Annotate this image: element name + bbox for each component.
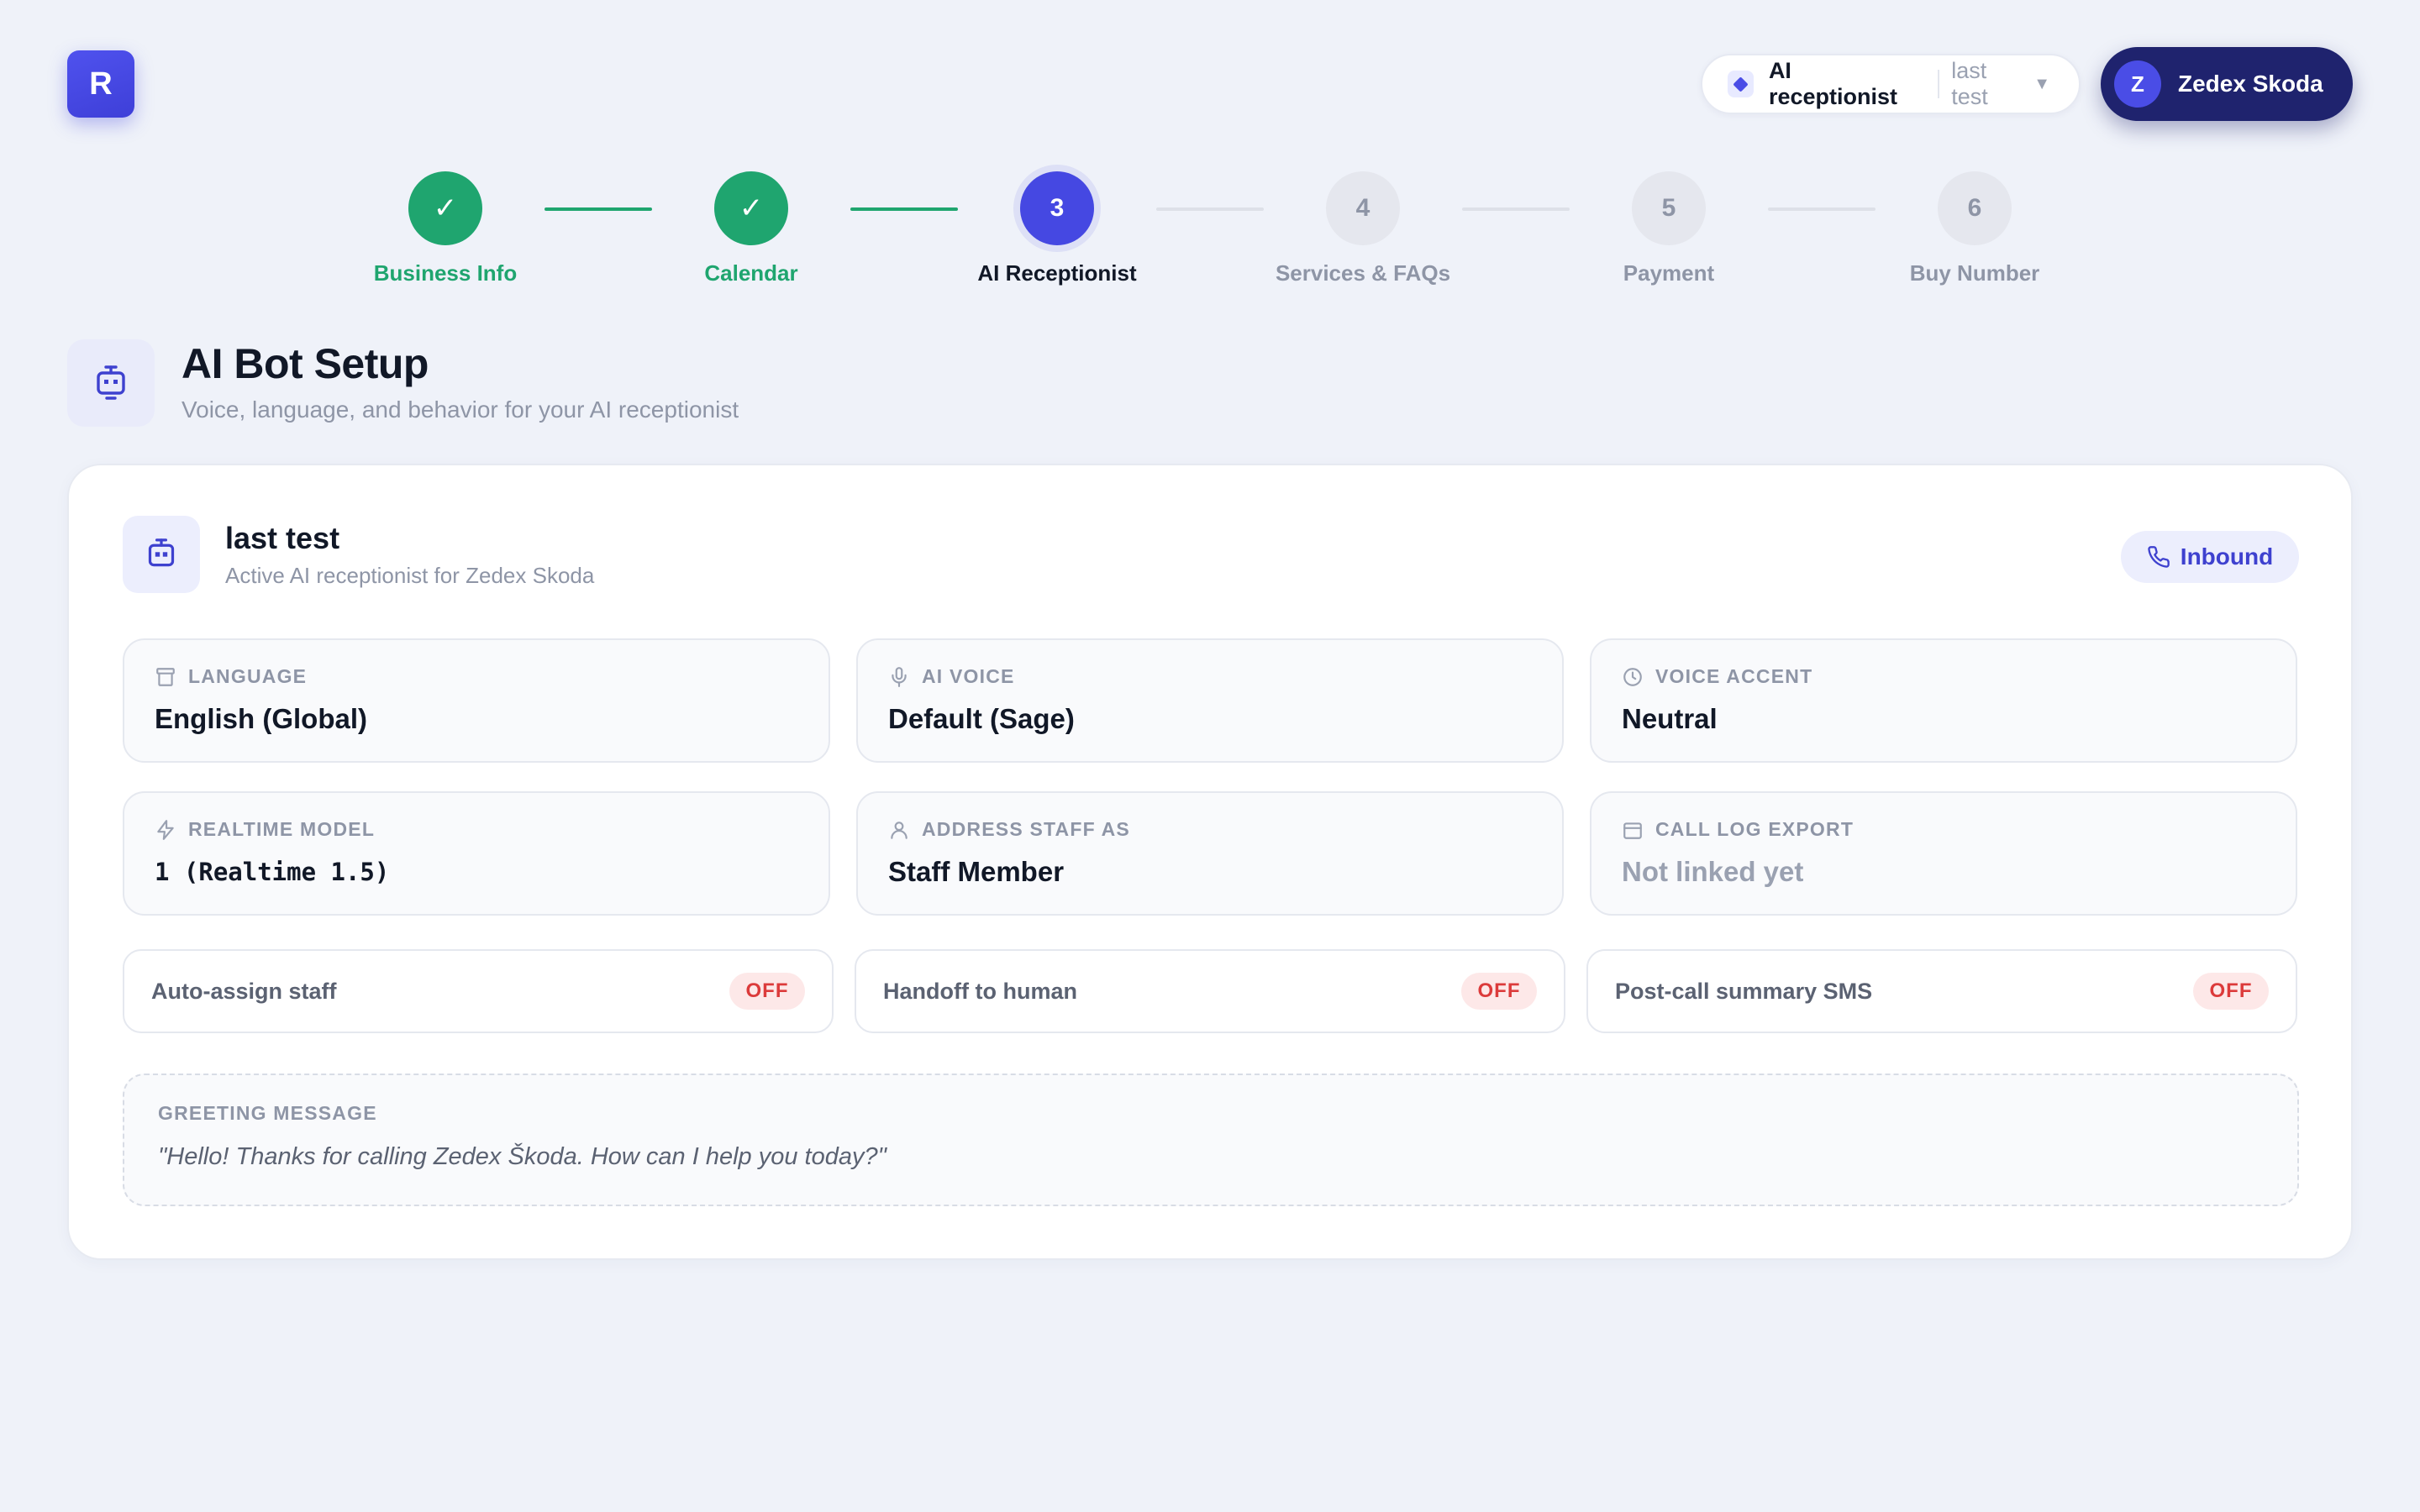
tile-value: Not linked yet	[1622, 856, 1804, 887]
step-services-faqs[interactable]: 4 Services & FAQs	[1237, 171, 1489, 286]
tile-value: Staff Member	[888, 856, 1065, 887]
user-icon	[891, 821, 908, 839]
tile-value: 1 (Realtime 1.5)	[155, 858, 390, 886]
page-title: AI Bot Setup	[182, 340, 429, 387]
step-number: 3	[1020, 171, 1094, 245]
tile-label: REALTIME MODEL	[188, 818, 376, 840]
tile-label: CALL LOG EXPORT	[1655, 818, 1854, 840]
lightning-icon	[157, 819, 174, 840]
call-log-export-tile[interactable]: CALL LOG EXPORT Not linked yet	[1590, 791, 2297, 916]
calendar-icon	[1623, 822, 1642, 839]
step-payment[interactable]: 5 Payment	[1543, 171, 1795, 286]
status-badge[interactable]: OFF	[2193, 973, 2269, 1010]
robot-icon	[67, 339, 155, 427]
greeting-text: "Hello! Thanks for calling Zedex Škoda. …	[158, 1143, 886, 1170]
robot-icon	[123, 516, 200, 593]
tile-value: Neutral	[1622, 703, 1718, 734]
tile-label: LANGUAGE	[188, 665, 308, 687]
divider	[1938, 70, 1940, 98]
bot-description: Active AI receptionist for Zedex Skoda	[225, 563, 595, 588]
status-badge[interactable]: OFF	[729, 973, 805, 1010]
language-tile[interactable]: LANGUAGE English (Global)	[123, 638, 830, 763]
realtime-model-tile[interactable]: REALTIME MODEL 1 (Realtime 1.5)	[123, 791, 830, 916]
status-badge[interactable]: OFF	[1461, 973, 1537, 1010]
step-number: 5	[1632, 171, 1706, 245]
archive-icon	[156, 667, 175, 686]
step-business-info[interactable]: ✓ Business Info	[319, 171, 571, 286]
step-buy-number[interactable]: 6 Buy Number	[1849, 171, 2101, 286]
handoff-to-human-toggle[interactable]: Handoff to human OFF	[855, 949, 1565, 1033]
agent-label: AI receptionist	[1768, 58, 1897, 109]
post-call-summary-sms-toggle[interactable]: Post-call summary SMS OFF	[1586, 949, 2297, 1033]
auto-assign-staff-toggle[interactable]: Auto-assign staff OFF	[123, 949, 834, 1033]
agent-selected-value: last test	[1951, 58, 1988, 109]
step-label: Services & FAQs	[1275, 260, 1451, 286]
address-staff-tile[interactable]: ADDRESS STAFF AS Staff Member	[856, 791, 1564, 916]
toggle-label: Post-call summary SMS	[1615, 978, 1873, 1004]
toggle-label: Handoff to human	[883, 978, 1077, 1004]
step-label: AI Receptionist	[977, 260, 1137, 286]
tile-label: ADDRESS STAFF AS	[922, 818, 1130, 840]
chevron-down-icon: ▼	[2033, 74, 2050, 93]
tile-label: AI VOICE	[922, 665, 1015, 687]
step-calendar[interactable]: ✓ Calendar	[625, 171, 877, 286]
microphone-icon	[892, 666, 907, 687]
voice-accent-tile[interactable]: VOICE ACCENT Neutral	[1590, 638, 2297, 763]
greeting-message-box[interactable]: GREETING MESSAGE "Hello! Thanks for call…	[123, 1074, 2299, 1206]
user-name: Zedex Skoda	[2178, 71, 2323, 97]
avatar: Z	[2114, 60, 2161, 108]
bot-setup-card: last test Active AI receptionist for Zed…	[67, 464, 2353, 1260]
toggle-label: Auto-assign staff	[151, 978, 337, 1004]
step-label: Business Info	[373, 260, 518, 286]
check-icon: ✓	[714, 171, 788, 245]
diamond-icon	[1728, 71, 1754, 97]
app-logo[interactable]: R	[67, 50, 134, 118]
agent-selector[interactable]: AI receptionist last test ▼	[1701, 54, 2081, 114]
tile-value: English (Global)	[155, 703, 367, 734]
step-ai-receptionist[interactable]: 3 AI Receptionist	[931, 171, 1183, 286]
page-subtitle: Voice, language, and behavior for your A…	[182, 396, 739, 423]
check-icon: ✓	[408, 171, 482, 245]
clock-icon	[1623, 667, 1642, 686]
tile-label: VOICE ACCENT	[1655, 665, 1813, 687]
step-label: Calendar	[704, 260, 798, 286]
setup-stepper: ✓ Business Info ✓ Calendar 3 AI Receptio…	[0, 171, 2420, 289]
user-menu-button[interactable]: Z Zedex Skoda	[2101, 47, 2353, 121]
inbound-badge: Inbound	[2121, 531, 2299, 583]
step-label: Buy Number	[1909, 260, 2040, 286]
ai-voice-tile[interactable]: AI VOICE Default (Sage)	[856, 638, 1564, 763]
greeting-label: GREETING MESSAGE	[158, 1102, 377, 1124]
inbound-label: Inbound	[2180, 543, 2274, 570]
tile-value: Default (Sage)	[888, 703, 1075, 734]
bot-name: last test	[225, 521, 340, 555]
phone-icon	[2148, 546, 2170, 568]
step-number: 4	[1326, 171, 1400, 245]
step-label: Payment	[1623, 260, 1715, 286]
step-number: 6	[1938, 171, 2012, 245]
